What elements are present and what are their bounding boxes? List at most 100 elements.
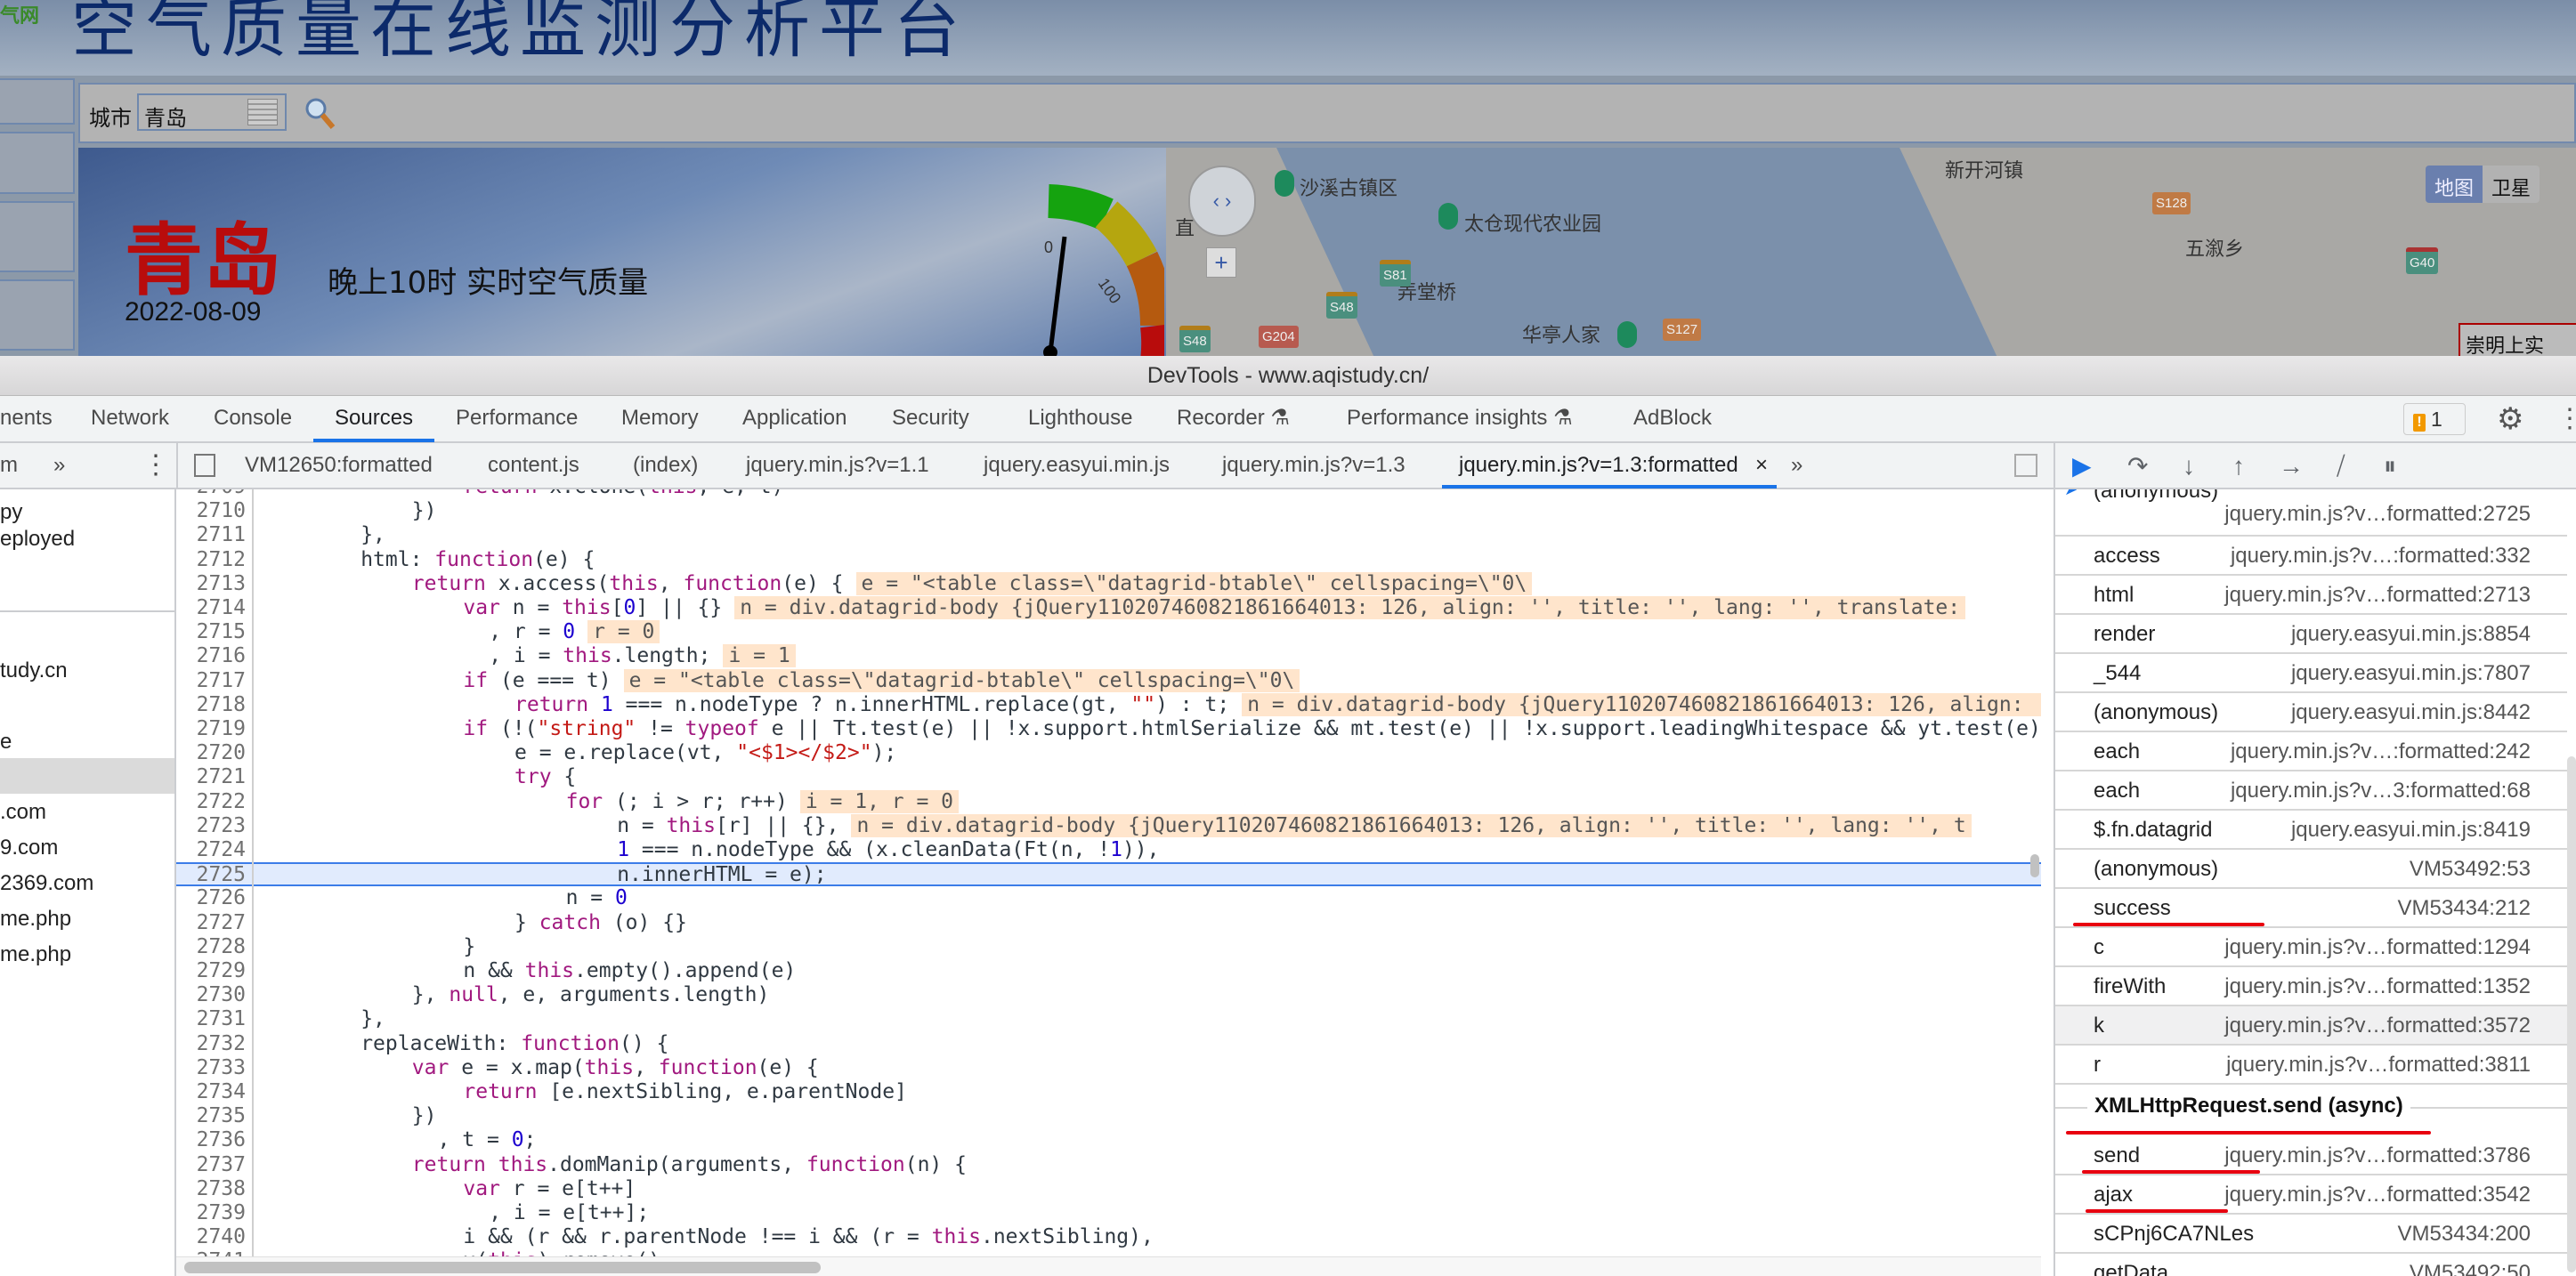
code-line[interactable]: 2740 i && (r && r.parentNode !== i && (r … [176, 1225, 2041, 1249]
code-line[interactable]: 2717 if (e === t) e = "<table class=\"data… [176, 668, 2041, 693]
map-type-map-button[interactable]: 地图 [2426, 166, 2483, 203]
call-frame[interactable]: r jquery.min.js?v…formatted:3811 [2055, 1046, 2567, 1085]
code-line[interactable]: 2711}, [176, 523, 2041, 547]
tab-console[interactable]: Console [214, 396, 292, 441]
frame-location[interactable]: jquery.min.js?v…formatted:2713 [2224, 583, 2531, 608]
frame-location[interactable]: jquery.min.js?v…:formatted:332 [2231, 544, 2531, 569]
source-tab[interactable]: jquery.easyui.min.js [984, 443, 1170, 488]
map-panel[interactable]: 沙溪古镇区 太仓现代农业园 新开河镇 五溆乡 弄堂桥 华亭人家 直 S128 G… [1166, 148, 2576, 356]
call-frame[interactable]: $.fn.datagrid jquery.easyui.min.js:8419 [2055, 811, 2567, 850]
call-frame[interactable]: fireWith jquery.min.js?v…formatted:1352 [2055, 967, 2567, 1006]
code-line[interactable]: 2714 var n = this[0] || {} n = div.datagri… [176, 596, 2041, 620]
line-number[interactable]: 2720 [190, 741, 246, 765]
deactivate-breakpoints-icon[interactable]: ⧸ [2337, 450, 2345, 482]
toggle-navigator-icon[interactable] [194, 454, 215, 477]
code-line[interactable]: 2718 return 1 === n.nodeType ? n.innerHTM… [176, 692, 2041, 717]
horizontal-scrollbar[interactable] [176, 1256, 2041, 1276]
source-tab[interactable]: (index) [633, 443, 698, 488]
code-line[interactable]: 2730}, null, e, arguments.length) [176, 983, 2041, 1007]
code-line[interactable]: 2719 if (!("string" != typeof e || Tt.tes… [176, 717, 2041, 741]
map-pan-control[interactable]: ‹ › [1188, 166, 1256, 237]
code-line[interactable]: 2716 , i = this.length; i = 1 [176, 644, 2041, 668]
code-line[interactable]: 2720 e = e.replace(vt, "<$1></$2>"); [176, 741, 2041, 765]
code-editor[interactable]: 2709return x.clone(this, e, t)2710})2711… [176, 489, 2041, 1276]
tab-security[interactable]: Security [892, 396, 969, 441]
sidebar-box[interactable] [0, 78, 75, 125]
resume-icon[interactable]: ▶ [2072, 450, 2092, 482]
call-frame[interactable]: each jquery.min.js?v…:formatted:242 [2055, 732, 2567, 771]
navigator-more-icon[interactable]: » [53, 443, 65, 488]
code-line[interactable]: 2721 try { [176, 765, 2041, 789]
navigator-item[interactable]: me.php [0, 942, 71, 967]
line-number[interactable]: 2736 [190, 1128, 246, 1152]
call-frame[interactable]: sCPnj6CA7NLes VM53434:200 [2055, 1215, 2567, 1254]
line-number[interactable]: 2716 [190, 644, 246, 668]
frame-location[interactable]: jquery.min.js?v…formatted:3572 [2224, 1014, 2531, 1038]
call-frame[interactable]: getData VM53492:50 [2055, 1254, 2567, 1276]
code-line[interactable]: 2722 for (; i > r; r++) i = 1, r = 0 [176, 789, 2041, 814]
tab-sources[interactable]: Sources [335, 396, 413, 441]
tab-network[interactable]: Network [91, 396, 169, 441]
call-frame[interactable]: (anonymous) VM53492:53 [2055, 850, 2567, 889]
navigator-item[interactable]: 2369.com [0, 871, 93, 896]
call-frame[interactable]: c jquery.min.js?v…formatted:1294 [2055, 928, 2567, 967]
frame-location[interactable]: jquery.min.js?v…formatted:2725 [2224, 502, 2531, 527]
code-line[interactable]: 2724 1 === n.nodeType && (x.cleanData(Ft(… [176, 838, 2041, 862]
line-number[interactable]: 2710 [190, 499, 246, 523]
sidebar-box[interactable] [0, 201, 75, 272]
navigator-item[interactable]: eployed [0, 527, 75, 552]
call-frame[interactable]: render jquery.easyui.min.js:8854 [2055, 615, 2567, 654]
code-line[interactable]: 2739 , i = e[t++]; [176, 1201, 2041, 1225]
code-line-current[interactable]: 2725 n.innerHTML = e); [176, 862, 2041, 887]
source-tab[interactable]: content.js [488, 443, 579, 488]
frame-location[interactable]: jquery.easyui.min.js:8419 [2291, 818, 2531, 843]
pause-on-exceptions-icon[interactable]: ⏸ [2384, 450, 2396, 482]
call-stack-scrollbar[interactable] [2567, 756, 2576, 1272]
frame-location[interactable]: jquery.min.js?v…formatted:3542 [2224, 1183, 2531, 1207]
line-number[interactable]: 2726 [190, 886, 246, 910]
navigator-menu-icon[interactable]: ⋮ [142, 443, 169, 488]
frame-location[interactable]: VM53492:50 [2410, 1261, 2531, 1276]
horizontal-scroll-thumb[interactable] [184, 1262, 821, 1273]
tab-adblock[interactable]: AdBlock [1633, 396, 1712, 441]
issues-button[interactable]: ! 1 [2403, 403, 2466, 435]
line-number[interactable]: 2717 [190, 669, 246, 693]
search-icon[interactable] [303, 95, 338, 131]
line-number[interactable]: 2729 [190, 959, 246, 983]
code-line[interactable]: 2731}, [176, 1007, 2041, 1031]
city-input[interactable]: 青岛 [137, 93, 287, 131]
call-frame[interactable]: html jquery.min.js?v…formatted:2713 [2055, 576, 2567, 615]
tab-lighthouse[interactable]: Lighthouse [1028, 396, 1132, 441]
line-number[interactable]: 2738 [190, 1177, 246, 1201]
code-line[interactable]: 2732 replaceWith: function() { [176, 1032, 2041, 1056]
code-line[interactable]: 2726 n = 0 [176, 886, 2041, 910]
frame-location[interactable]: jquery.easyui.min.js:8442 [2291, 700, 2531, 725]
vertical-scrollbar[interactable] [2030, 854, 2039, 877]
line-number[interactable]: 2733 [190, 1056, 246, 1080]
sidebar-box[interactable] [0, 279, 75, 351]
frame-location[interactable]: VM53492:53 [2410, 857, 2531, 882]
frame-location[interactable]: jquery.min.js?v…formatted:1294 [2224, 935, 2531, 960]
line-number[interactable]: 2723 [190, 814, 246, 838]
navigator-item[interactable]: tudy.cn [0, 658, 68, 683]
frame-location[interactable]: VM53434:212 [2398, 896, 2531, 921]
call-frame[interactable]: (anonymous) jquery.easyui.min.js:8442 [2055, 693, 2567, 732]
settings-gear-icon[interactable]: ⚙ [2497, 403, 2523, 435]
line-number[interactable]: 2712 [190, 548, 246, 572]
map-poi-icon[interactable] [1438, 203, 1458, 230]
tab-performance[interactable]: Performance [456, 396, 578, 441]
frame-location[interactable]: jquery.min.js?v…formatted:3811 [2226, 1053, 2531, 1078]
tab-application[interactable]: Application [742, 396, 847, 441]
code-line[interactable]: 2737 return this.domManip(arguments, func… [176, 1153, 2041, 1177]
line-number[interactable]: 2737 [190, 1153, 246, 1177]
line-number[interactable]: 2709 [190, 489, 246, 499]
source-tab[interactable]: VM12650:formatted [245, 443, 433, 488]
code-line[interactable]: 2735}) [176, 1104, 2041, 1128]
line-number[interactable]: 2740 [190, 1225, 246, 1249]
more-options-icon[interactable]: ⋮ [2556, 401, 2576, 437]
code-line[interactable]: 2712 html: function(e) { [176, 548, 2041, 572]
tab-recorder[interactable]: Recorder ⚗ [1177, 396, 1290, 441]
step-over-icon[interactable]: ↷ [2127, 450, 2148, 482]
frame-location[interactable]: jquery.min.js?v…formatted:1352 [2224, 974, 2531, 999]
line-number[interactable]: 2713 [190, 572, 246, 596]
